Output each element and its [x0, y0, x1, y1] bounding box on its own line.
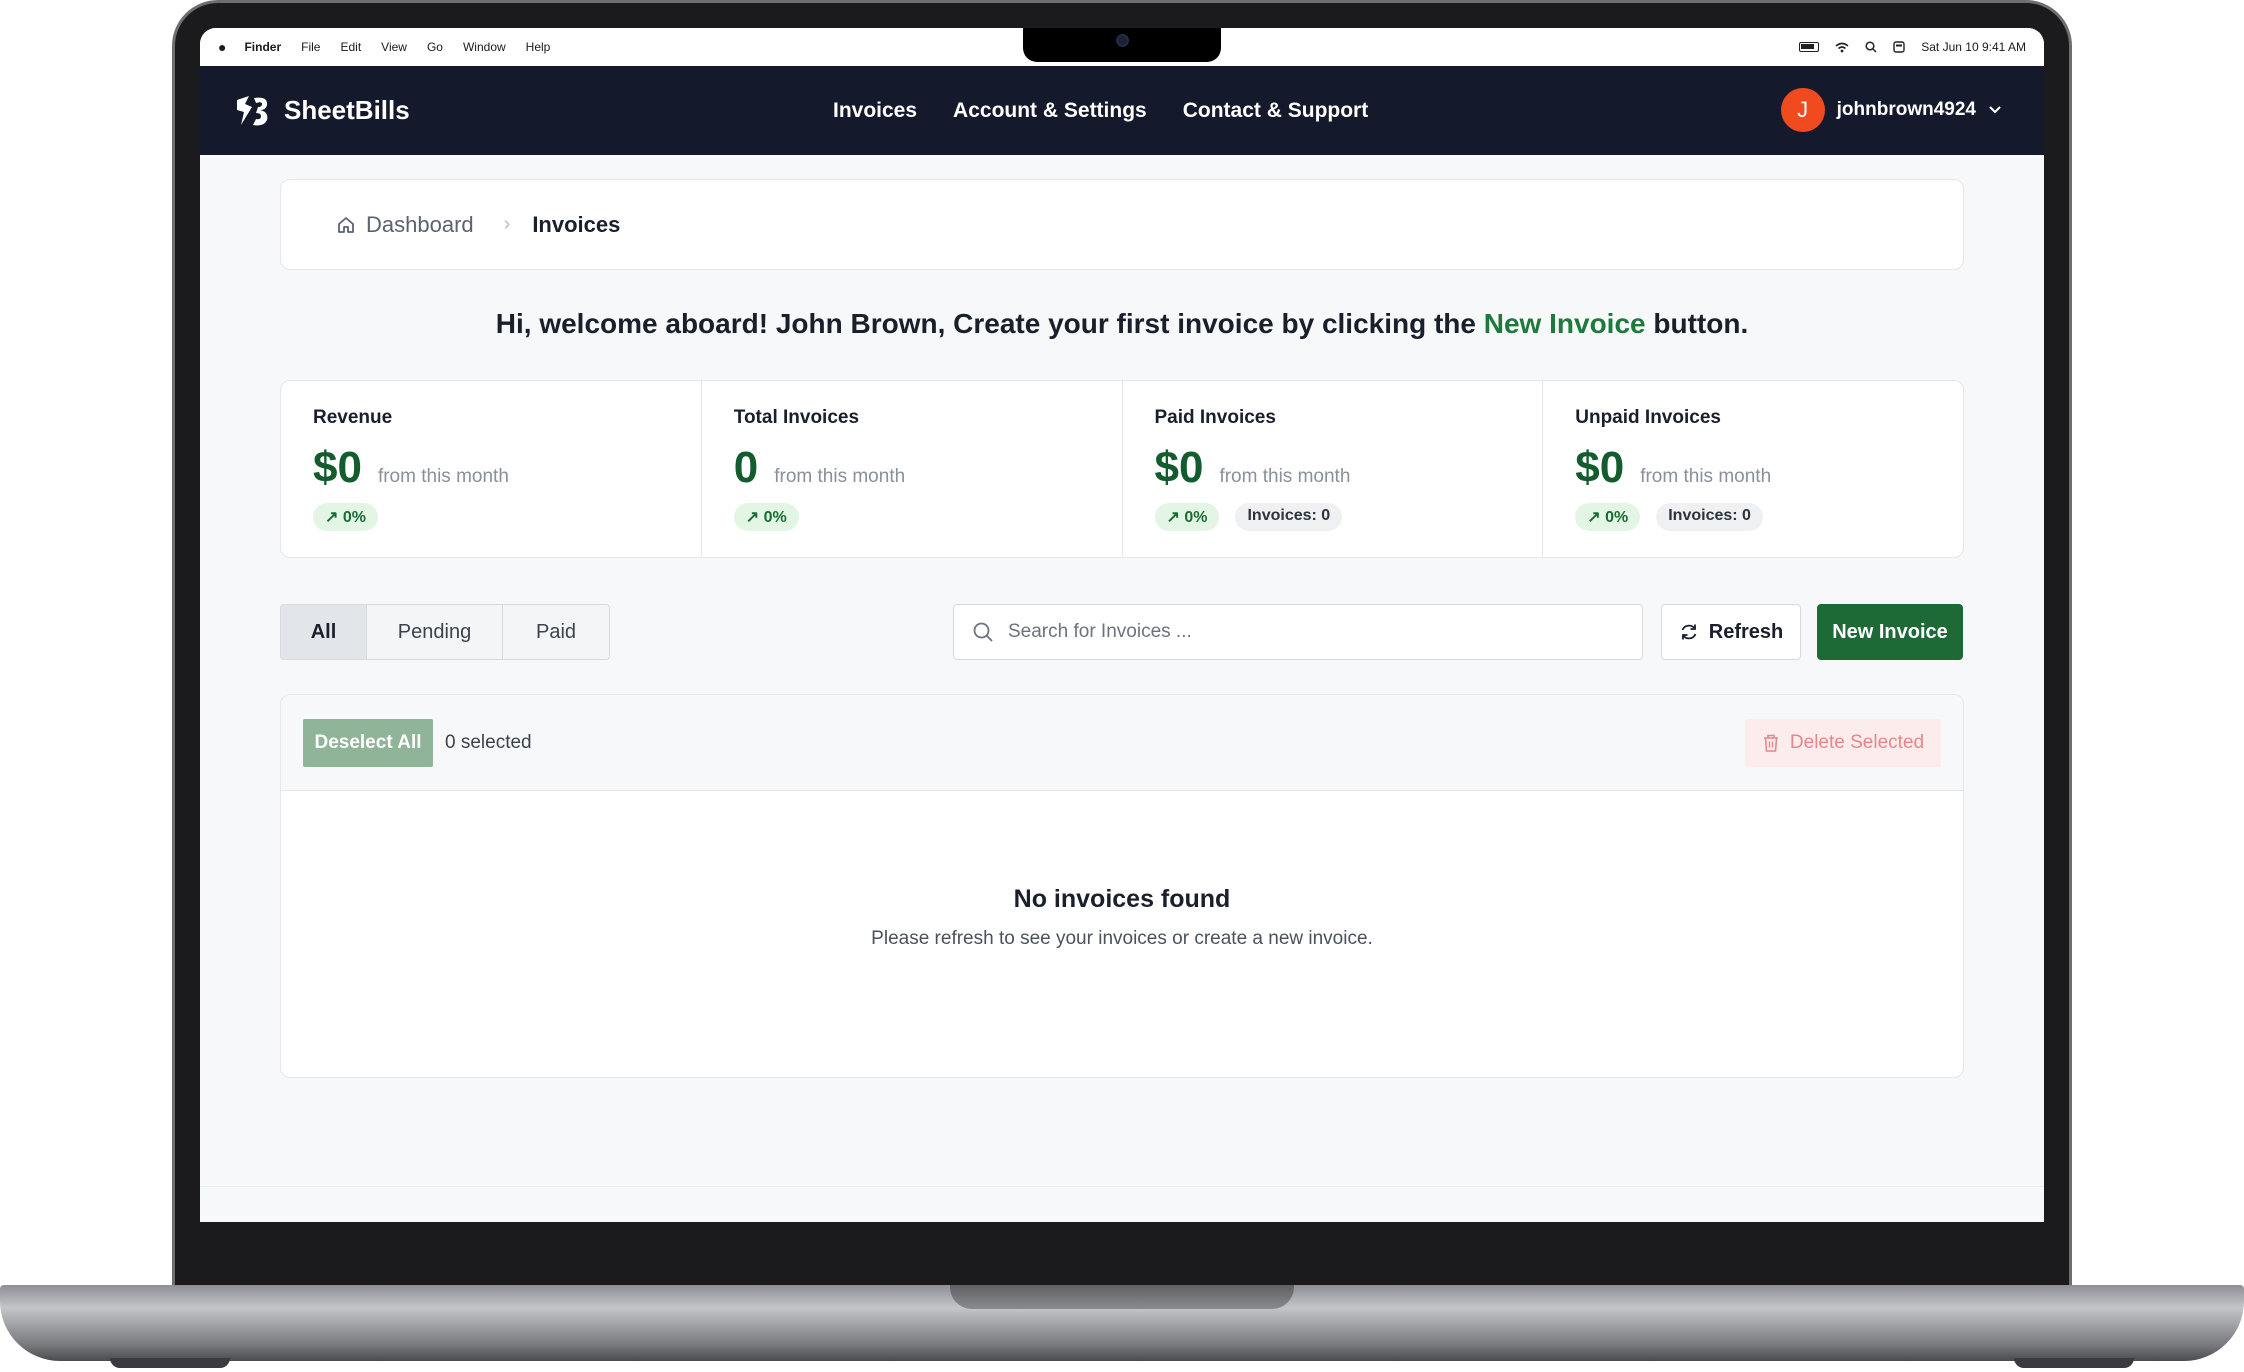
- stat-unpaid-invoices: Unpaid Invoices $0 from this month ↗ 0% In…: [1543, 381, 1963, 557]
- delete-selected-button[interactable]: Delete Selected: [1745, 719, 1941, 767]
- page-divider: [200, 1186, 2044, 1187]
- screen: ● Finder File Edit View Go Window Help S…: [200, 28, 2044, 1222]
- stat-revenue: Revenue $0 from this month ↗ 0%: [281, 381, 702, 557]
- change-value: 0%: [1605, 509, 1629, 526]
- invoice-list: Deselect All 0 selected Delete Selected …: [280, 694, 1964, 1078]
- user-menu[interactable]: J johnbrown4924: [1780, 88, 2002, 132]
- stat-value: $0: [313, 443, 362, 492]
- stat-value: $0: [1154, 443, 1204, 492]
- delete-selected-label: Delete Selected: [1789, 732, 1925, 753]
- welcome-accent: New Invoice: [1483, 308, 1646, 339]
- menubar-datetime[interactable]: Sat Jun 10 9:41 AM: [1921, 40, 2026, 54]
- main-nav: Invoices Account & Settings Contact & Su…: [833, 66, 1368, 155]
- stat-label: Paid Invoices: [1154, 407, 1276, 428]
- breadcrumb: Dashboard › Invoices: [280, 179, 1964, 270]
- change-badge: ↗ 0%: [733, 503, 799, 531]
- sheetbills-logo-icon: [237, 95, 268, 125]
- app-header: SheetBills Invoices Account & Settings C…: [200, 66, 2044, 155]
- stat-label: Revenue: [313, 407, 393, 428]
- arrow-up-right-icon: ↗: [325, 509, 343, 526]
- control-center-icon[interactable]: [1893, 41, 1905, 53]
- welcome-suffix: button.: [1645, 308, 1749, 339]
- breadcrumb-dashboard[interactable]: Dashboard: [336, 212, 474, 238]
- main-content: Dashboard › Invoices Hi, welcome aboard!…: [280, 179, 1964, 1078]
- wifi-icon[interactable]: [1835, 42, 1849, 53]
- empty-subtitle: Please refresh to see your invoices or c…: [871, 928, 1373, 949]
- username[interactable]: johnbrown4924: [1837, 99, 1976, 121]
- nav-contact-support[interactable]: Contact & Support: [1183, 99, 1368, 123]
- stat-sub: from this month: [774, 466, 906, 487]
- change-badge: ↗ 0%: [1154, 503, 1220, 531]
- deselect-all-button[interactable]: Deselect All: [303, 718, 433, 767]
- home-icon: [338, 216, 354, 233]
- battery-icon[interactable]: [1799, 42, 1820, 52]
- trash-icon: [1763, 734, 1778, 752]
- tab-all[interactable]: All: [281, 605, 367, 659]
- menu-view[interactable]: View: [381, 40, 407, 54]
- stat-total-invoices: Total Invoices 0 from this month ↗ 0%: [702, 381, 1123, 557]
- filter-tabs: All Pending Paid: [280, 604, 610, 660]
- menu-file[interactable]: File: [301, 40, 320, 54]
- menubar-status: Sat Jun 10 9:41 AM: [1799, 40, 2026, 54]
- stat-value: $0: [1575, 443, 1625, 492]
- invoice-toolbar: All Pending Paid Refresh New Invoice: [280, 604, 1964, 660]
- breadcrumb-current: Invoices: [532, 211, 621, 237]
- laptop-mockup: ● Finder File Edit View Go Window Help S…: [0, 0, 2244, 1372]
- empty-state: No invoices found Please refresh to see …: [281, 791, 1963, 950]
- brand-name: SheetBills: [284, 95, 410, 125]
- nav-account-settings[interactable]: Account & Settings: [953, 99, 1147, 123]
- invoice-count-badge: Invoices: 0: [1656, 503, 1763, 531]
- laptop-foot-left: [110, 1358, 230, 1368]
- camera-notch: [1023, 28, 1221, 62]
- stat-paid-invoices: Paid Invoices $0 from this month ↗ 0% Invo…: [1123, 381, 1544, 557]
- arrow-up-right-icon: ↗: [1587, 509, 1606, 526]
- menu-edit[interactable]: Edit: [340, 40, 361, 54]
- tab-paid[interactable]: Paid: [503, 605, 609, 659]
- refresh-icon: [1681, 624, 1697, 640]
- change-value: 0%: [763, 509, 787, 526]
- welcome-message: Hi, welcome aboard! John Brown, Create y…: [280, 308, 1964, 344]
- selected-count: 0 selected: [445, 731, 532, 753]
- menu-go[interactable]: Go: [427, 40, 443, 54]
- refresh-button[interactable]: Refresh: [1661, 604, 1801, 660]
- camera-icon: [1116, 34, 1129, 47]
- arrow-up-right-icon: ↗: [1166, 509, 1185, 526]
- nav-invoices[interactable]: Invoices: [833, 99, 917, 123]
- list-header: Deselect All 0 selected Delete Selected: [281, 695, 1963, 791]
- search-box[interactable]: [953, 604, 1643, 660]
- chevron-down-icon[interactable]: [1988, 105, 2002, 115]
- stats-panel: Revenue $0 from this month ↗ 0% Total Inv…: [280, 380, 1964, 558]
- stat-label: Unpaid Invoices: [1575, 407, 1721, 428]
- spotlight-search-icon[interactable]: [1865, 41, 1877, 53]
- refresh-label: Refresh: [1708, 620, 1784, 643]
- stat-value: 0: [733, 443, 759, 492]
- arrow-up-right-icon: ↗: [745, 509, 764, 526]
- search-icon: [973, 622, 993, 642]
- search-input[interactable]: [1008, 621, 1608, 643]
- welcome-text: Hi, welcome aboard! John Brown, Create y…: [495, 308, 1484, 339]
- menu-help[interactable]: Help: [526, 40, 551, 54]
- change-badge: ↗ 0%: [1575, 503, 1641, 531]
- change-badge: ↗ 0%: [313, 503, 378, 531]
- change-value: 0%: [1184, 509, 1208, 526]
- menu-finder[interactable]: Finder: [244, 40, 281, 54]
- empty-title: No invoices found: [1013, 885, 1231, 913]
- stat-sub: from this month: [1219, 466, 1351, 487]
- brand-logo[interactable]: SheetBills: [234, 94, 410, 128]
- stat-sub: from this month: [377, 466, 509, 487]
- breadcrumb-dashboard-label: Dashboard: [366, 211, 474, 237]
- menu-window[interactable]: Window: [463, 40, 506, 54]
- stat-sub: from this month: [1640, 466, 1772, 487]
- tab-pending[interactable]: Pending: [367, 605, 503, 659]
- new-invoice-button[interactable]: New Invoice: [1817, 604, 1963, 660]
- invoice-count-badge: Invoices: 0: [1235, 503, 1343, 531]
- avatar[interactable]: J: [1780, 88, 1825, 132]
- chevron-right-icon: ›: [503, 213, 511, 235]
- apple-icon[interactable]: ●: [218, 39, 226, 55]
- change-value: 0%: [342, 509, 366, 526]
- laptop-base-notch: [950, 1285, 1294, 1309]
- stat-label: Total Invoices: [733, 407, 860, 428]
- laptop-foot-right: [2014, 1358, 2134, 1368]
